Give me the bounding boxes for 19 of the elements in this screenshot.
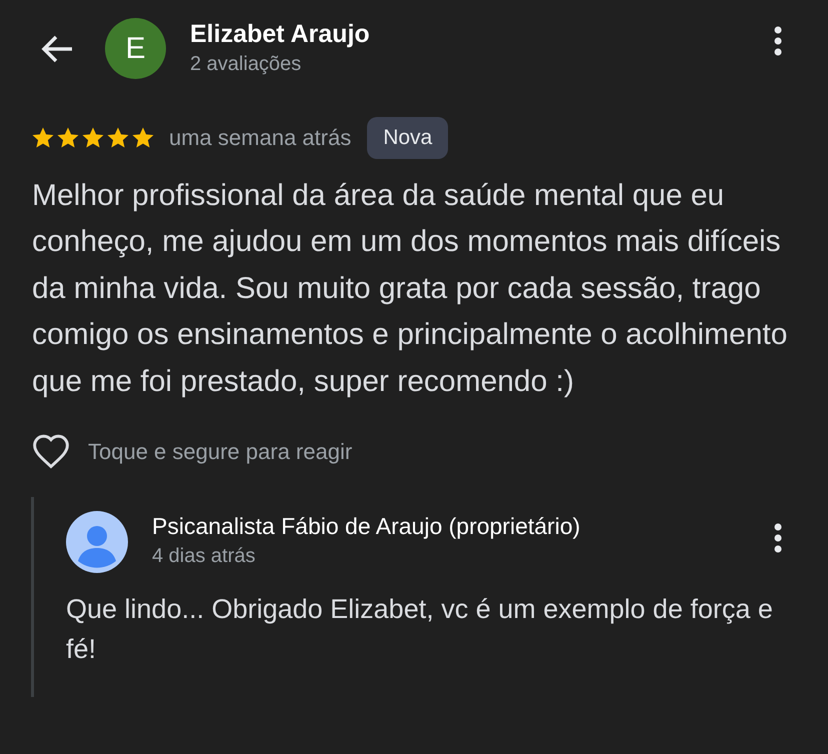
heart-button[interactable] [31, 433, 71, 469]
avatar: E [105, 18, 166, 79]
new-label: Nova [367, 117, 448, 158]
star-icon [131, 126, 155, 150]
owner-name: Psicanalista Fábio de Araujo (proprietário) [152, 512, 580, 541]
more-icon [774, 523, 782, 553]
reply-text: Que lindo... Obrigado Elizabet, vc é um exemplo de força e fé! [66, 593, 774, 666]
star-icon [106, 126, 130, 150]
avatar-icon [66, 511, 128, 573]
reviewer-name: Elizabet Araujo [190, 19, 370, 50]
review-count: 2 avaliações [190, 52, 302, 77]
reply-time: 4 dias atrás [152, 544, 256, 569]
star-icon [31, 126, 55, 150]
star-icon [56, 126, 80, 150]
star-icon [81, 126, 105, 150]
review-time: uma semana atrás [169, 124, 352, 152]
review-text: Melhor profissional da área da saúde mental que eu conheço, me ajudou em um dos momentos mais difíceis da minha vida. Sou muito grata por cada sessão, trago comigo os ensinamentos e principalmente o acolhimento que me foi prestado, super recomendo :) [31, 178, 788, 400]
reaction-hint: Toque e segure para reagir [88, 438, 352, 466]
more-icon [774, 26, 782, 56]
